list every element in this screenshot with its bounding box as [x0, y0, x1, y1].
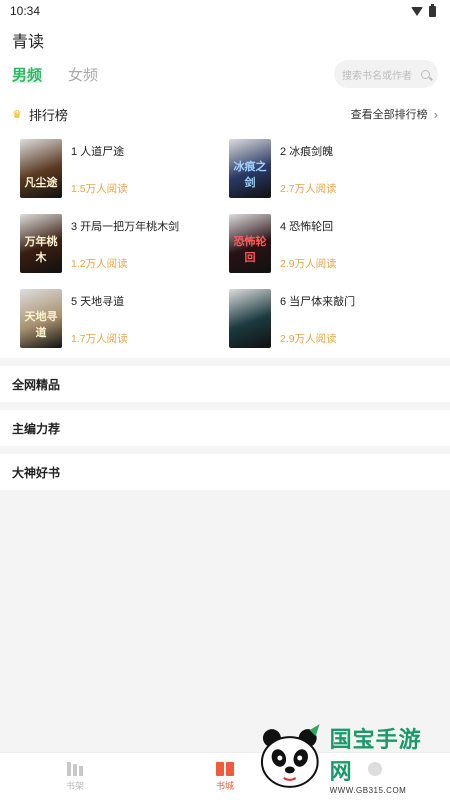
- book-read-count: 1.7万人阅读: [71, 333, 128, 345]
- book-title: 5 天地寻道: [71, 296, 125, 308]
- book-read-count: 2.9万人阅读: [280, 333, 337, 345]
- book-info: 3 开局一把万年桃木剑 1.2万人阅读: [71, 214, 179, 273]
- nav-bookshelf-label: 书架: [65, 780, 84, 791]
- book-read-count: 1.2万人阅读: [71, 258, 128, 270]
- ranking-book-item[interactable]: 凡尘途 1 人道尸途 1.5万人阅读: [20, 139, 229, 198]
- status-bar: 10:34: [0, 0, 450, 22]
- view-all-label: 查看全部排行榜: [350, 109, 428, 121]
- book-title: 1 人道尸途: [71, 146, 125, 158]
- bottom-nav: 书架 书城 我的: [0, 752, 450, 800]
- book-title: 3 开局一把万年桃木剑: [71, 221, 180, 233]
- book-title: 2 冰痕剑魄: [280, 146, 334, 158]
- ranking-book-item[interactable]: 万年桃木 3 开局一把万年桃木剑 1.2万人阅读: [20, 214, 229, 273]
- book-title: 4 恐怖轮回: [280, 221, 334, 233]
- tab-female[interactable]: 女频: [68, 64, 98, 85]
- user-icon: [368, 761, 382, 776]
- status-icons: [411, 3, 436, 17]
- nav-profile[interactable]: 我的: [300, 753, 450, 800]
- search-placeholder: 搜索书名或作者: [342, 70, 412, 82]
- book-cover: 恐怖轮回: [229, 214, 271, 273]
- ranking-book-item[interactable]: 6 当尸体来敲门 2.9万人阅读: [229, 289, 438, 348]
- ranking-title: 排行榜: [28, 107, 68, 123]
- chevron-right-icon: ›: [433, 106, 438, 122]
- search-input[interactable]: 搜索书名或作者: [334, 60, 438, 88]
- book-cover-title: 恐怖轮回: [233, 235, 267, 264]
- book-title: 6 当尸体来敲门: [280, 296, 356, 308]
- ranking-section: ♛ 排行榜 查看全部排行榜 › 凡尘途 1 人道尸途 1.5万人阅读 冰痕之剑 2 冰痕…: [0, 92, 450, 358]
- tab-male[interactable]: 男频: [12, 64, 43, 85]
- nav-bookstore[interactable]: 书城: [150, 753, 300, 800]
- book-info: 6 当尸体来敲门 2.9万人阅读: [280, 289, 355, 348]
- book-read-count: 2.9万人阅读: [280, 258, 337, 270]
- search-icon: [421, 69, 430, 79]
- book-read-count: 1.5万人阅读: [71, 183, 128, 195]
- tabs-row: 男频 女频 搜索书名或作者: [12, 56, 438, 92]
- bookshelf-icon: [67, 761, 83, 776]
- book-cover-title: 凡尘途: [24, 176, 58, 189]
- nav-bookshelf[interactable]: 书架: [0, 753, 150, 800]
- section-master-books[interactable]: 大神好书: [0, 454, 450, 490]
- book-cover: [229, 289, 271, 348]
- ranking-book-item[interactable]: 天地寻道 5 天地寻道 1.7万人阅读: [20, 289, 229, 348]
- book-cover: 天地寻道: [20, 289, 62, 348]
- header: 青读 男频 女频 搜索书名或作者: [0, 22, 450, 92]
- book-info: 2 冰痕剑魄 2.7万人阅读: [280, 139, 337, 198]
- book-cover-title: 冰痕之剑: [233, 160, 267, 189]
- battery-icon: [429, 3, 436, 17]
- wifi-icon: [411, 6, 423, 16]
- section-premium[interactable]: 全网精品: [0, 366, 450, 402]
- book-read-count: 2.7万人阅读: [280, 183, 337, 195]
- book-info: 4 恐怖轮回 2.9万人阅读: [280, 214, 337, 273]
- channel-tabs: 男频 女频: [12, 64, 98, 85]
- book-cover: 凡尘途: [20, 139, 62, 198]
- open-book-icon: [216, 761, 234, 776]
- ranking-header: ♛ 排行榜 查看全部排行榜 ›: [12, 92, 438, 136]
- ranking-grid: 凡尘途 1 人道尸途 1.5万人阅读 冰痕之剑 2 冰痕剑魄 2.7万人阅读万年桃木 3 开…: [12, 136, 438, 350]
- book-info: 5 天地寻道 1.7万人阅读: [71, 289, 128, 348]
- section-editor-picks[interactable]: 主编力荐: [0, 410, 450, 446]
- book-cover-title: 万年桃木: [24, 235, 58, 264]
- nav-bookstore-label: 书城: [215, 780, 234, 791]
- ranking-book-item[interactable]: 冰痕之剑 2 冰痕剑魄 2.7万人阅读: [229, 139, 438, 198]
- crown-icon: ♛: [12, 108, 22, 121]
- status-time: 10:34: [10, 4, 41, 18]
- app-title: 青读: [12, 34, 45, 51]
- view-all-rankings-link[interactable]: 查看全部排行榜 ›: [351, 106, 438, 122]
- ranking-book-item[interactable]: 恐怖轮回 4 恐怖轮回 2.9万人阅读: [229, 214, 438, 273]
- ranking-title-wrap: ♛ 排行榜: [12, 105, 68, 124]
- book-info: 1 人道尸途 1.5万人阅读: [71, 139, 128, 198]
- book-cover-title: 天地寻道: [24, 310, 58, 339]
- book-cover: 冰痕之剑: [229, 139, 271, 198]
- book-cover: 万年桃木: [20, 214, 62, 273]
